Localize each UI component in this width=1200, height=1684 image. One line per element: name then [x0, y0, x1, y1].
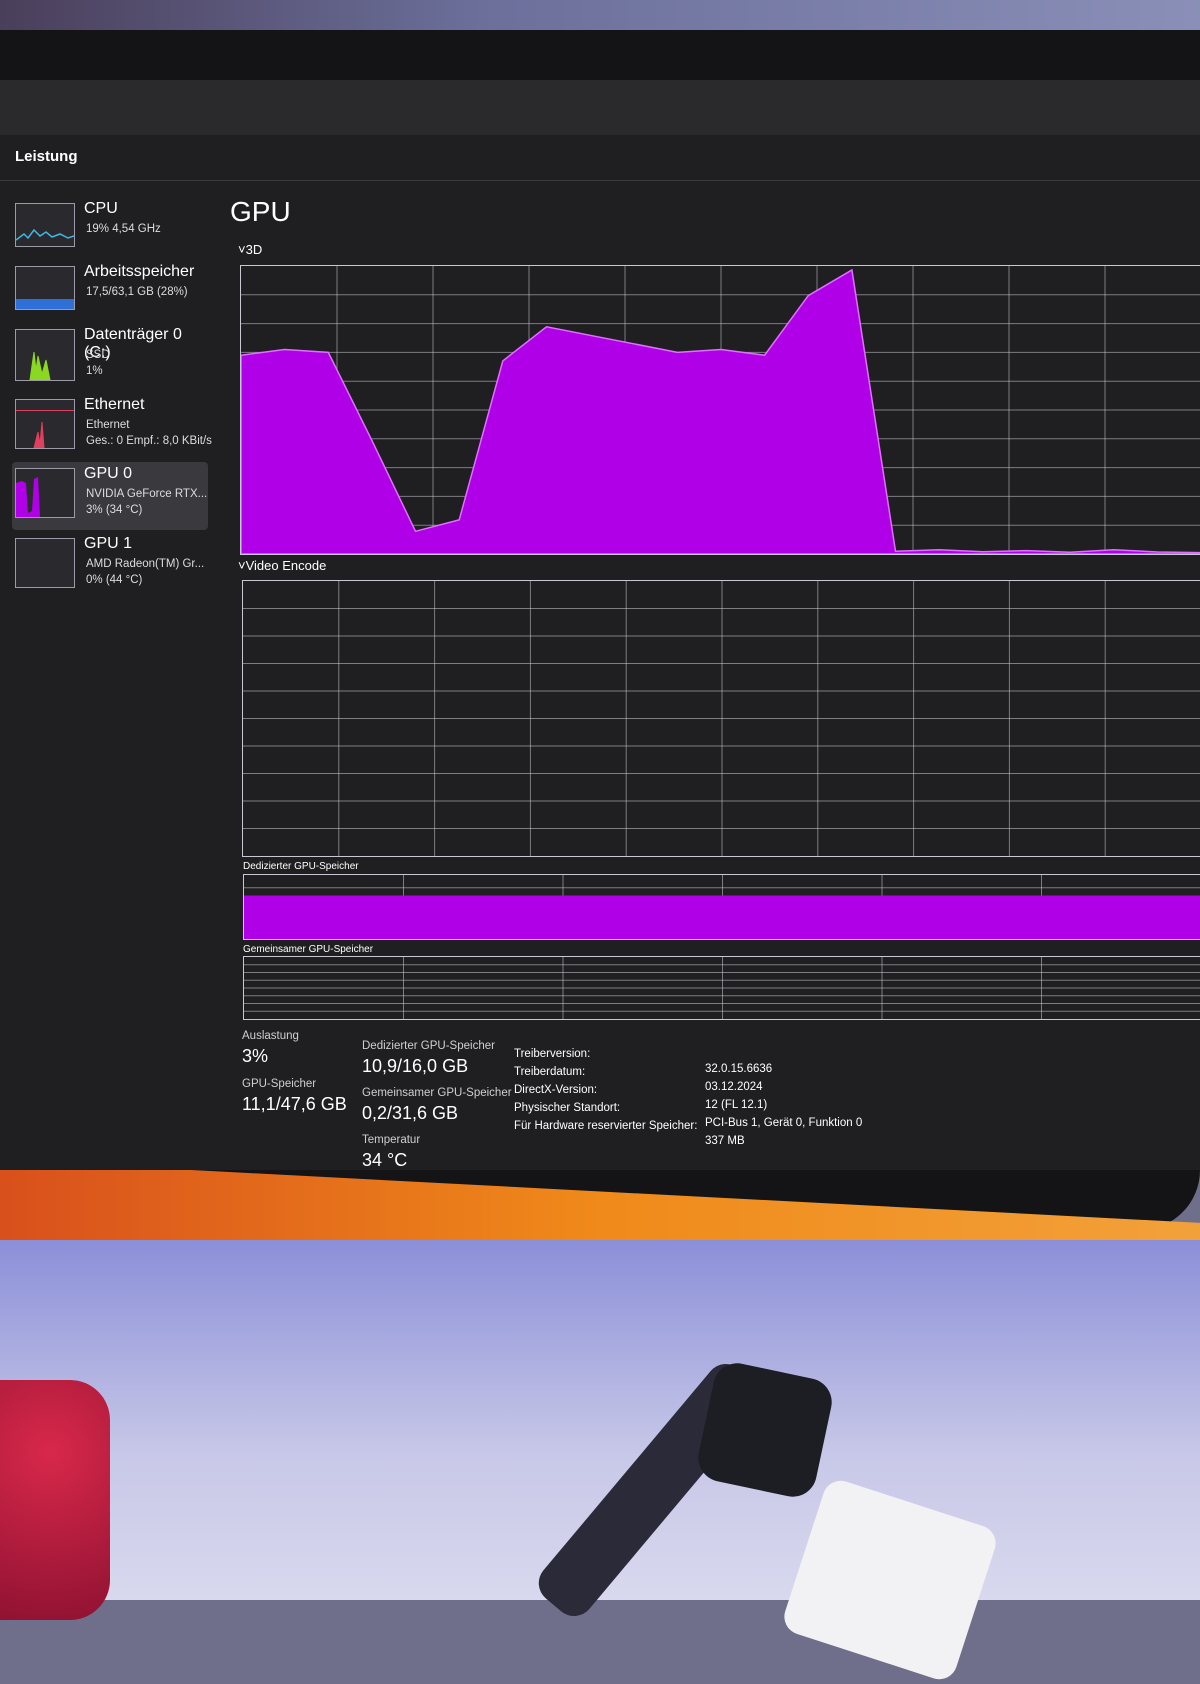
header-divider	[0, 180, 1200, 181]
sidebar-item-detail: 17,5/63,1 GB (28%)	[86, 286, 188, 298]
directx-version-value: 12 (FL 12.1)	[705, 1099, 768, 1111]
graph-video-encode-label: Video Encode	[245, 558, 327, 573]
gpu-memory-value: 11,1/47,6 GB	[242, 1094, 347, 1114]
sidebar-item-cpu[interactable]: CPU 19% 4,54 GHz	[12, 197, 208, 263]
cpu-thumbnail	[15, 203, 75, 247]
reserved-memory-label: Für Hardware reservierter Speicher:	[514, 1120, 698, 1132]
sidebar-item-ethernet[interactable]: Ethernet Ethernet Ges.: 0 Empf.: 8,0 KBi…	[12, 393, 212, 459]
driver-date-label: Treiberdatum:	[514, 1066, 586, 1078]
driver-date-value: 03.12.2024	[705, 1081, 763, 1093]
sidebar-item-label: CPU	[84, 200, 118, 217]
sidebar-item-detail: SSD 1%	[86, 347, 110, 379]
sidebar-item-detail: 19% 4,54 GHz	[86, 223, 161, 235]
smartwatch	[693, 1358, 837, 1502]
sidebar-item-memory[interactable]: Arbeitsspeicher 17,5/63,1 GB (28%)	[12, 260, 208, 326]
sidebar-item-detail: NVIDIA GeForce RTX... 3% (34 °C)	[86, 486, 207, 518]
sidebar-item-model: AMD Radeon(TM) Gr...	[86, 558, 205, 570]
shared-memory-stat-value: 0,2/31,6 GB	[362, 1103, 459, 1123]
gpu-heading: GPU	[230, 196, 291, 227]
temperature-value: 34 °C	[362, 1150, 408, 1170]
graph-video-encode-plot	[243, 581, 1200, 856]
driver-version-label: Treiberversion:	[514, 1048, 591, 1060]
sidebar-item-adapter: Ethernet	[86, 419, 130, 431]
sidebar-item-throughput: Ges.: 0 Empf.: 8,0 KBit/s	[86, 435, 212, 447]
shared-memory-graph	[243, 956, 1200, 1020]
gpu1-thumbnail	[15, 538, 75, 588]
shared-memory-plot	[244, 957, 1200, 1019]
dedicated-memory-label: Dedizierter GPU-Speicher	[243, 861, 359, 872]
sidebar-item-label: Arbeitsspeicher	[84, 263, 195, 280]
utilization-label: Auslastung	[242, 1030, 299, 1042]
sidebar-item-gpu-1[interactable]: GPU 1 AMD Radeon(TM) Gr... 0% (44 °C)	[12, 532, 208, 598]
shared-memory-stat-label: Gemeinsamer GPU-Speicher	[362, 1087, 512, 1099]
graph-3d-dropdown[interactable]: ˅3D	[238, 242, 262, 257]
graph-3d	[240, 265, 1200, 555]
dedicated-memory-fill	[244, 895, 1200, 939]
graph-video-encode-dropdown[interactable]: ˅Video Encode	[238, 558, 326, 573]
sidebar-item-label: GPU 1	[84, 535, 133, 552]
sidebar-item-usage: 1%	[86, 365, 103, 377]
title-bar	[0, 80, 1200, 135]
page-title: Leistung	[15, 148, 78, 165]
dedicated-memory-stat-label: Dedizierter GPU-Speicher	[362, 1040, 495, 1052]
dedicated-memory-graph	[243, 874, 1200, 940]
sidebar-item-detail: AMD Radeon(TM) Gr... 0% (44 °C)	[86, 556, 204, 588]
sidebar-item-disk[interactable]: Datenträger 0 (C:) SSD 1%	[12, 323, 208, 389]
graph-video-encode	[242, 580, 1200, 857]
sidebar-item-label: GPU 0	[84, 465, 133, 482]
chevron-down-icon: ˅	[238, 242, 246, 257]
disk-thumbnail	[15, 329, 75, 381]
game-controller	[0, 1380, 110, 1620]
directx-version-label: DirectX-Version:	[514, 1084, 598, 1096]
gpu0-thumbnail	[15, 468, 75, 518]
chevron-down-icon: ˅	[238, 558, 246, 573]
monitor-screen: Leistung CPU 19% 4,54 GHz Arbeitsspeiche…	[0, 80, 1200, 1170]
sidebar-item-usage: 0% (44 °C)	[86, 574, 143, 586]
physical-location-label: Physischer Standort:	[514, 1102, 621, 1114]
shared-memory-label: Gemeinsamer GPU-Speicher	[243, 944, 374, 955]
graph-3d-plot	[241, 266, 1200, 554]
ethernet-thumbnail	[15, 399, 75, 449]
dedicated-memory-plot	[244, 875, 1200, 939]
sidebar-item-usage: 3% (34 °C)	[86, 504, 143, 516]
utilization-value: 3%	[242, 1046, 269, 1066]
sidebar-item-label: Ethernet	[84, 396, 145, 413]
gpu-memory-label: GPU-Speicher	[242, 1078, 317, 1090]
memory-thumbnail	[15, 266, 75, 310]
driver-version-value: 32.0.15.6636	[705, 1063, 773, 1075]
sidebar-item-detail: Ethernet Ges.: 0 Empf.: 8,0 KBit/s	[86, 417, 212, 449]
reserved-memory-value: 337 MB	[705, 1135, 745, 1147]
dedicated-memory-stat-value: 10,9/16,0 GB	[362, 1056, 469, 1076]
temperature-label: Temperatur	[362, 1134, 421, 1146]
graph-3d-label: 3D	[245, 242, 263, 257]
physical-location-value: PCI-Bus 1, Gerät 0, Funktion 0	[705, 1117, 863, 1129]
sidebar-item-model: NVIDIA GeForce RTX...	[86, 488, 208, 500]
sidebar-item-gpu-0[interactable]: GPU 0 NVIDIA GeForce RTX... 3% (34 °C)	[12, 462, 208, 530]
sidebar-item-type: SSD	[86, 349, 110, 361]
